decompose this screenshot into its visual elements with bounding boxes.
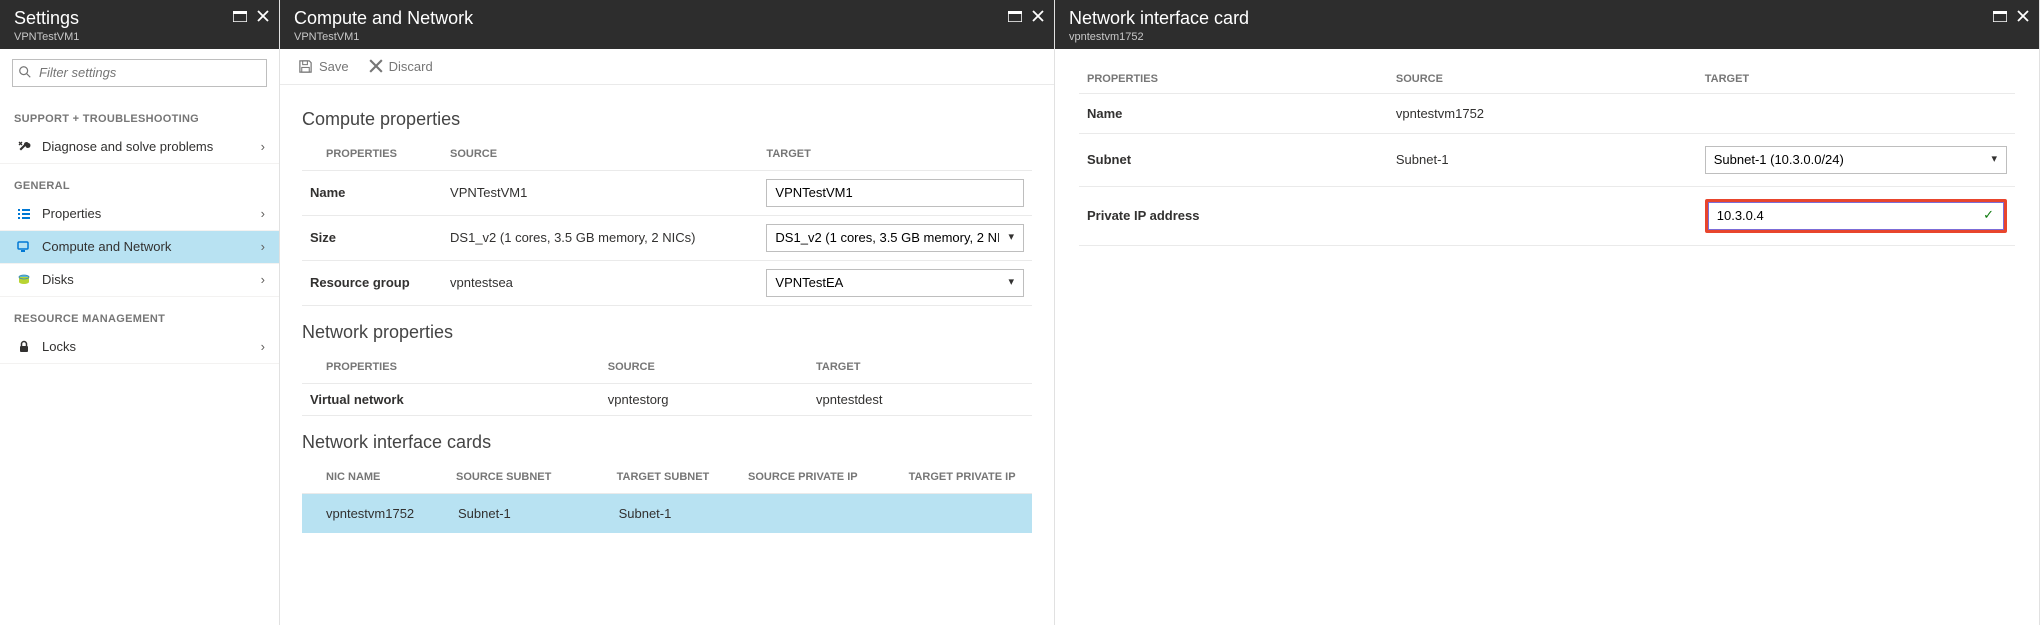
- nic-source-subnet: Subnet-1: [1388, 133, 1697, 186]
- col-properties: PROPERTIES: [302, 351, 600, 384]
- nic-prop-subnet: Subnet: [1079, 133, 1388, 186]
- col-properties: PROPERTIES: [1079, 65, 1388, 94]
- discard-icon: [369, 59, 383, 73]
- nic-header: Network interface card vpntestvm1752: [1055, 0, 2039, 49]
- compute-toolbar: Save Discard: [280, 49, 1054, 85]
- compute-title: Compute and Network: [294, 8, 473, 30]
- nav-compute-network[interactable]: Compute and Network ›: [0, 231, 279, 264]
- col-source: SOURCE: [600, 351, 808, 384]
- col-source: SOURCE: [1388, 65, 1697, 94]
- close-icon[interactable]: [2017, 10, 2029, 22]
- prop-vnet: Virtual network: [302, 383, 600, 415]
- chevron-right-icon: ›: [261, 206, 265, 221]
- nav-disks[interactable]: Disks ›: [0, 264, 279, 297]
- properties-icon: [16, 206, 32, 222]
- nav-label: Compute and Network: [42, 239, 171, 254]
- nic-prop-ip: Private IP address: [1079, 186, 1388, 245]
- discard-label: Discard: [389, 59, 433, 74]
- disks-icon: [16, 272, 32, 288]
- nav-label: Diagnose and solve problems: [42, 139, 213, 154]
- filter-settings-input[interactable]: [12, 59, 267, 87]
- settings-panel: Settings VPNTestVM1 SUPPORT + TROUBLESHO…: [0, 0, 280, 625]
- source-name: VPNTestVM1: [442, 170, 758, 215]
- filter-icon: [18, 65, 32, 79]
- target-rg-select[interactable]: [766, 269, 1024, 297]
- source-vnet: vpntestorg: [600, 383, 808, 415]
- target-name-input[interactable]: [766, 179, 1024, 207]
- maximize-icon[interactable]: [1993, 11, 2007, 22]
- compute-icon: [16, 239, 32, 255]
- maximize-icon[interactable]: [1008, 11, 1022, 22]
- col-target-ip: TARGET PRIVATE IP: [901, 461, 1032, 494]
- source-size: DS1_v2 (1 cores, 3.5 GB memory, 2 NICs): [442, 215, 758, 260]
- maximize-icon[interactable]: [233, 11, 247, 22]
- col-target: TARGET: [1697, 65, 2015, 94]
- nic-prop-name: Name: [1079, 93, 1388, 133]
- compute-network-panel: Compute and Network VPNTestVM1 Save Disc…: [280, 0, 1055, 625]
- prop-name: Name: [302, 170, 442, 215]
- target-vnet: vpntestdest: [808, 383, 1032, 415]
- col-source-ip: SOURCE PRIVATE IP: [740, 461, 901, 494]
- settings-title: Settings: [14, 8, 79, 30]
- nic-source-name: vpntestvm1752: [1388, 93, 1697, 133]
- nic-tsubnet-cell: Subnet-1: [609, 493, 740, 533]
- nav-locks[interactable]: Locks ›: [0, 331, 279, 364]
- lock-icon: [16, 339, 32, 355]
- prop-size: Size: [302, 215, 442, 260]
- chevron-right-icon: ›: [261, 239, 265, 254]
- col-target: TARGET: [758, 138, 1032, 171]
- nav-label: Locks: [42, 339, 76, 354]
- section-general: GENERAL: [0, 164, 279, 198]
- col-source: SOURCE: [442, 138, 758, 171]
- nic-row[interactable]: vpntestvm1752 Subnet-1 Subnet-1: [302, 493, 1032, 533]
- discard-button[interactable]: Discard: [369, 59, 433, 74]
- nic-section-title: Network interface cards: [302, 432, 1032, 453]
- close-icon[interactable]: [1032, 10, 1044, 22]
- nav-diagnose[interactable]: Diagnose and solve problems ›: [0, 131, 279, 164]
- settings-subtitle: VPNTestVM1: [14, 31, 79, 43]
- col-target: TARGET: [808, 351, 1032, 384]
- nic-tip-cell: [901, 493, 1032, 533]
- col-nic-name: NIC NAME: [302, 461, 448, 494]
- save-label: Save: [319, 59, 349, 74]
- source-rg: vpntestsea: [442, 260, 758, 305]
- nav-properties[interactable]: Properties ›: [0, 198, 279, 231]
- settings-header: Settings VPNTestVM1: [0, 0, 279, 49]
- compute-properties-title: Compute properties: [302, 109, 1032, 130]
- col-source-subnet: SOURCE SUBNET: [448, 461, 609, 494]
- nic-name-cell: vpntestvm1752: [302, 493, 448, 533]
- col-properties: PROPERTIES: [302, 138, 442, 171]
- network-properties-title: Network properties: [302, 322, 1032, 343]
- chevron-right-icon: ›: [261, 272, 265, 287]
- nic-panel: Network interface card vpntestvm1752 PRO…: [1055, 0, 2040, 625]
- nic-title: Network interface card: [1069, 8, 1249, 30]
- close-icon[interactable]: [257, 10, 269, 22]
- nic-ssubnet-cell: Subnet-1: [448, 493, 609, 533]
- wrench-icon: [16, 139, 32, 155]
- target-size-select[interactable]: [766, 224, 1024, 252]
- prop-rg: Resource group: [302, 260, 442, 305]
- private-ip-highlight: [1705, 199, 2007, 233]
- compute-header: Compute and Network VPNTestVM1: [280, 0, 1054, 49]
- nav-label: Disks: [42, 272, 74, 287]
- section-support: SUPPORT + TROUBLESHOOTING: [0, 97, 279, 131]
- chevron-right-icon: ›: [261, 339, 265, 354]
- nic-target-ip-input[interactable]: [1708, 202, 2004, 230]
- nic-target-subnet-select[interactable]: [1705, 146, 2007, 174]
- chevron-right-icon: ›: [261, 139, 265, 154]
- nic-subtitle: vpntestvm1752: [1069, 31, 1249, 43]
- section-resource: RESOURCE MANAGEMENT: [0, 297, 279, 331]
- col-target-subnet: TARGET SUBNET: [609, 461, 740, 494]
- save-icon: [298, 59, 313, 74]
- nav-label: Properties: [42, 206, 101, 221]
- save-button[interactable]: Save: [298, 59, 349, 74]
- compute-subtitle: VPNTestVM1: [294, 31, 473, 43]
- nic-sip-cell: [740, 493, 901, 533]
